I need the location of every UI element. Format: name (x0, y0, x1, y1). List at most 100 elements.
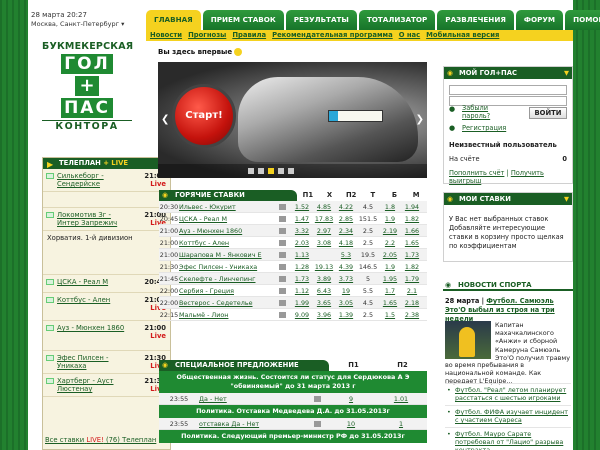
odd-cell[interactable]: 4.85 (313, 201, 335, 212)
odd-cell[interactable]: 1.73 (401, 249, 423, 260)
odd-cell[interactable]: 1.28 (291, 261, 313, 272)
odd-cell[interactable]: 2.97 (313, 225, 335, 236)
chevron-down-icon[interactable]: ▼ (564, 67, 569, 79)
odd-cell[interactable]: 2.05 (379, 249, 401, 260)
live-item-name[interactable]: Хартберг - Ауст Люстенау (57, 377, 135, 393)
start-button[interactable]: Старт! (172, 84, 236, 148)
odd-cell[interactable]: 3.89 (313, 273, 335, 284)
tab-forum[interactable]: ФОРУМ (515, 10, 564, 30)
stats-icon[interactable] (279, 300, 286, 306)
odd-p1[interactable]: 9 (326, 393, 376, 404)
live-item[interactable]: Локомотив Зг - Интер Запрежич 21:00 Live (43, 208, 170, 231)
live-item-name[interactable]: Эфес Пилсен - Уникаха (57, 354, 135, 370)
stats-icon[interactable] (279, 240, 286, 246)
row-event[interactable]: Коттбус - Ален (179, 237, 279, 248)
subnav-rules[interactable]: Правила (232, 30, 266, 41)
odd-cell[interactable]: 2.2 (379, 237, 401, 248)
row-event[interactable]: Да - Нет (199, 393, 314, 404)
register-link[interactable]: Регистрация (462, 124, 506, 132)
banner-prev-arrow[interactable]: ❮ (161, 114, 169, 125)
stats-icon[interactable] (314, 421, 321, 427)
logo[interactable]: БУКМЕКЕРСКАЯ ГОЛ + ПАС КОНТОРА (42, 41, 133, 145)
first-visit-link[interactable]: Вы здесь впервые (158, 48, 243, 56)
odd-cell[interactable]: 3.65 (313, 297, 335, 308)
news-item[interactable]: Футбол. ФИФА изучает инцидент с участием… (445, 405, 571, 424)
forgot-password-link[interactable]: Забыли пароль? (462, 104, 512, 120)
odd-cell[interactable]: 3.32 (291, 225, 313, 236)
pager-dot[interactable] (288, 168, 294, 174)
news-item[interactable]: Футбол. "Реал" летом планирует расстатьс… (445, 383, 571, 402)
odd-cell[interactable]: 1.94 (401, 201, 423, 212)
live-item[interactable]: Эфес Пилсен - Уникаха 21:30Live (43, 351, 170, 374)
live-item[interactable]: Ауз - Мюнхен 1860 21:00 Live (43, 321, 170, 351)
row-event[interactable]: Мальмё - Лион (179, 309, 279, 320)
odd-cell[interactable]: 1.47 (291, 213, 313, 224)
odd-cell[interactable]: 1.8 (379, 201, 401, 212)
odd-cell[interactable]: 1.7 (379, 285, 401, 296)
tab-main[interactable]: ГЛАВНАЯ (146, 10, 201, 30)
stats-icon[interactable] (279, 216, 286, 222)
odd-p2[interactable]: 1 (376, 418, 426, 429)
stats-icon[interactable] (279, 228, 286, 234)
stats-icon[interactable] (279, 276, 286, 282)
odd-cell[interactable]: 2.34 (335, 225, 357, 236)
stats-icon[interactable] (279, 264, 286, 270)
odd-cell[interactable]: 1.65 (401, 237, 423, 248)
promo-banner[interactable]: Старт! ❮ ❯ (158, 62, 427, 178)
pager-dot[interactable] (278, 168, 284, 174)
stats-icon[interactable] (314, 396, 321, 402)
odd-cell[interactable]: 1.95 (379, 273, 401, 284)
live-item-name[interactable]: Ауз - Мюнхен 1860 (57, 324, 135, 332)
odd-cell[interactable]: 1.5 (379, 309, 401, 320)
odd-cell[interactable]: 1.39 (335, 309, 357, 320)
odd-cell[interactable]: 2.38 (401, 309, 423, 320)
row-event[interactable]: Вестерос - Седетелье (179, 297, 279, 308)
live-item[interactable]: Хартберг - Ауст Люстенау 21:30Live (43, 374, 170, 397)
odd-cell[interactable]: 1.13 (291, 249, 313, 260)
odd-cell[interactable]: 1.99 (291, 297, 313, 308)
subnav-forecasts[interactable]: Прогнозы (188, 30, 226, 41)
chevron-down-icon[interactable]: ▼ (564, 193, 569, 205)
odd-cell[interactable]: 1.52 (291, 201, 313, 212)
live-item[interactable]: Коттбус - Ален 21:00Live (43, 293, 170, 321)
row-event[interactable]: Шарапова М - Янкович Е (179, 249, 279, 260)
odd-cell[interactable]: 1.82 (401, 213, 423, 224)
odd-cell[interactable]: 6.43 (313, 285, 335, 296)
tab-results[interactable]: РЕЗУЛЬТАТЫ (285, 10, 357, 30)
odd-cell[interactable]: 1.82 (401, 261, 423, 272)
stats-icon[interactable] (279, 288, 286, 294)
subnav-news[interactable]: Новости (150, 30, 182, 41)
odd-cell[interactable]: 3.73 (335, 273, 357, 284)
live-item[interactable]: ЦСКА - Реал М 20:45 (43, 275, 170, 293)
odd-p2[interactable]: 1.01 (376, 393, 426, 404)
banner-next-arrow[interactable]: ❯ (416, 114, 424, 125)
all-live-bets-link[interactable]: Все ставки LIVE! (76) Телеплан (45, 436, 156, 444)
login-button[interactable]: ВОЙТИ (529, 107, 567, 119)
odd-cell[interactable]: 19.13 (313, 261, 335, 272)
odd-cell[interactable]: 1.9 (379, 261, 401, 272)
pager-dot[interactable] (258, 168, 264, 174)
row-event[interactable]: Эфес Пилсен - Уникаха (179, 261, 279, 272)
odd-cell[interactable]: 2.18 (401, 297, 423, 308)
pager-dot[interactable] (268, 168, 274, 174)
news-photo[interactable] (445, 321, 491, 359)
odd-cell[interactable]: 4.22 (335, 201, 357, 212)
row-event[interactable]: ЦСКА - Реал М (179, 213, 279, 224)
stats-icon[interactable] (279, 312, 286, 318)
city-selector[interactable]: Москва, Санкт-Петербург ▾ (31, 20, 124, 28)
odd-cell[interactable] (313, 249, 335, 260)
live-item-name[interactable]: Коттбус - Ален (57, 296, 135, 304)
odd-cell[interactable]: 17.83 (313, 213, 335, 224)
live-item[interactable]: Силькеборг - Сендерйскe 21:00 Live (43, 169, 170, 192)
tab-entertainment[interactable]: РАЗВЛЕЧЕНИЯ (437, 10, 514, 30)
odd-cell[interactable]: 2.85 (335, 213, 357, 224)
odd-cell[interactable]: 5.3 (335, 249, 357, 260)
odd-cell[interactable]: 19 (335, 285, 357, 296)
row-event[interactable]: Ильвес - Юкурит (179, 201, 279, 212)
odd-p1[interactable]: 10 (326, 418, 376, 429)
odd-cell[interactable]: 2.1 (401, 285, 423, 296)
odd-cell[interactable]: 1.9 (379, 213, 401, 224)
odd-cell[interactable]: 1.66 (401, 225, 423, 236)
tab-bets[interactable]: ПРИЕМ СТАВОК (202, 10, 284, 30)
tab-help[interactable]: ПОМОЩЬ (565, 10, 600, 30)
